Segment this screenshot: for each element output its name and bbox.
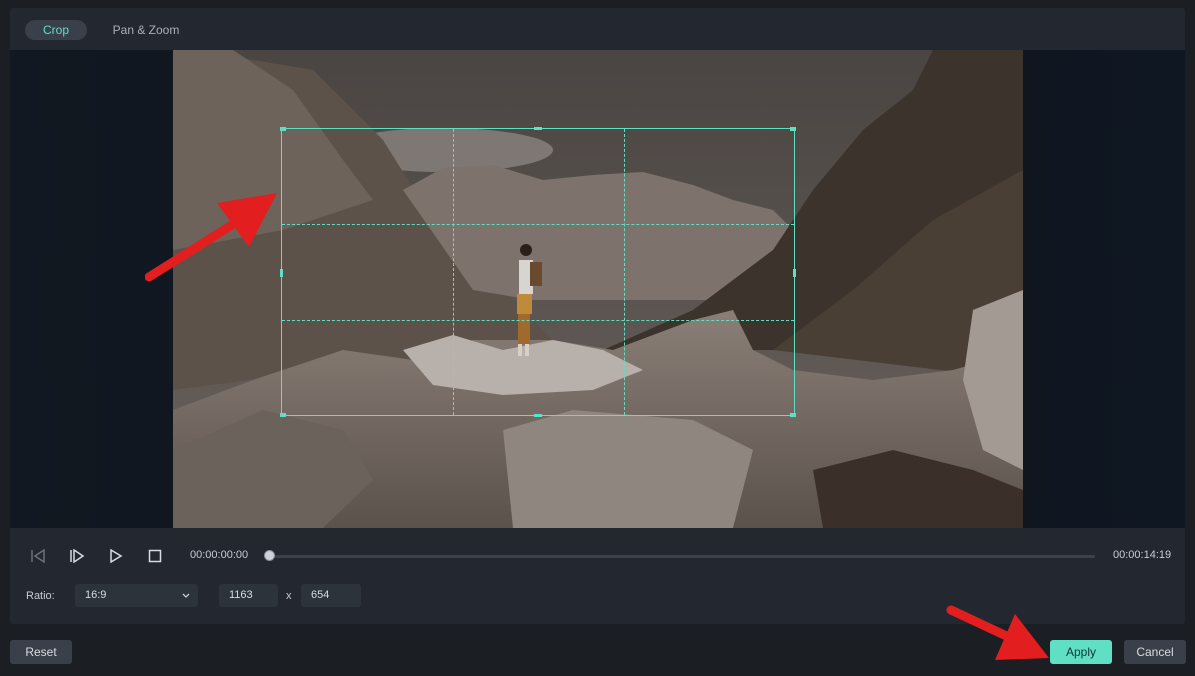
annotation-arrow-icon	[946, 605, 1049, 660]
crop-rectangle[interactable]	[280, 127, 796, 417]
crop-grid-line	[282, 224, 794, 225]
crop-grid-line	[624, 129, 625, 415]
tab-pan-zoom[interactable]: Pan & Zoom	[102, 20, 190, 40]
ratio-select-value: 16:9	[85, 589, 107, 601]
crop-grid-line	[282, 320, 794, 321]
crop-handle-top-left[interactable]	[280, 127, 286, 131]
crop-handle-right[interactable]	[793, 269, 796, 277]
current-time: 00:00:00:00	[190, 549, 249, 561]
chevron-down-icon	[182, 593, 190, 598]
total-duration: 00:00:14:19	[1113, 549, 1172, 561]
step-forward-icon[interactable]	[67, 546, 87, 566]
play-icon[interactable]	[106, 546, 126, 566]
crop-width-input[interactable]: 1163	[219, 584, 278, 607]
dimension-separator: x	[286, 590, 292, 602]
reset-button[interactable]: Reset	[10, 640, 72, 664]
stop-icon[interactable]	[145, 546, 165, 566]
timeline-scrubber-handle[interactable]	[264, 550, 275, 561]
crop-height-input[interactable]: 654	[301, 584, 361, 607]
crop-handle-top[interactable]	[534, 127, 542, 130]
step-back-icon[interactable]	[28, 546, 48, 566]
crop-grid-line	[453, 129, 454, 415]
timeline-scrubber-track[interactable]	[269, 555, 1095, 558]
tab-crop[interactable]: Crop	[25, 20, 87, 40]
apply-button[interactable]: Apply	[1050, 640, 1112, 664]
crop-handle-top-right[interactable]	[790, 127, 796, 131]
ratio-select[interactable]: 16:9	[75, 584, 198, 607]
mode-tabs: Crop Pan & Zoom	[10, 8, 1185, 50]
cancel-button[interactable]: Cancel	[1124, 640, 1186, 664]
crop-handle-bottom-left[interactable]	[280, 413, 286, 417]
ratio-label: Ratio:	[26, 590, 55, 602]
annotation-arrow-icon	[145, 193, 277, 282]
video-frame	[173, 50, 1023, 528]
preview-viewport	[10, 50, 1185, 528]
crop-handle-bottom[interactable]	[534, 414, 542, 417]
crop-handle-bottom-right[interactable]	[790, 413, 796, 417]
